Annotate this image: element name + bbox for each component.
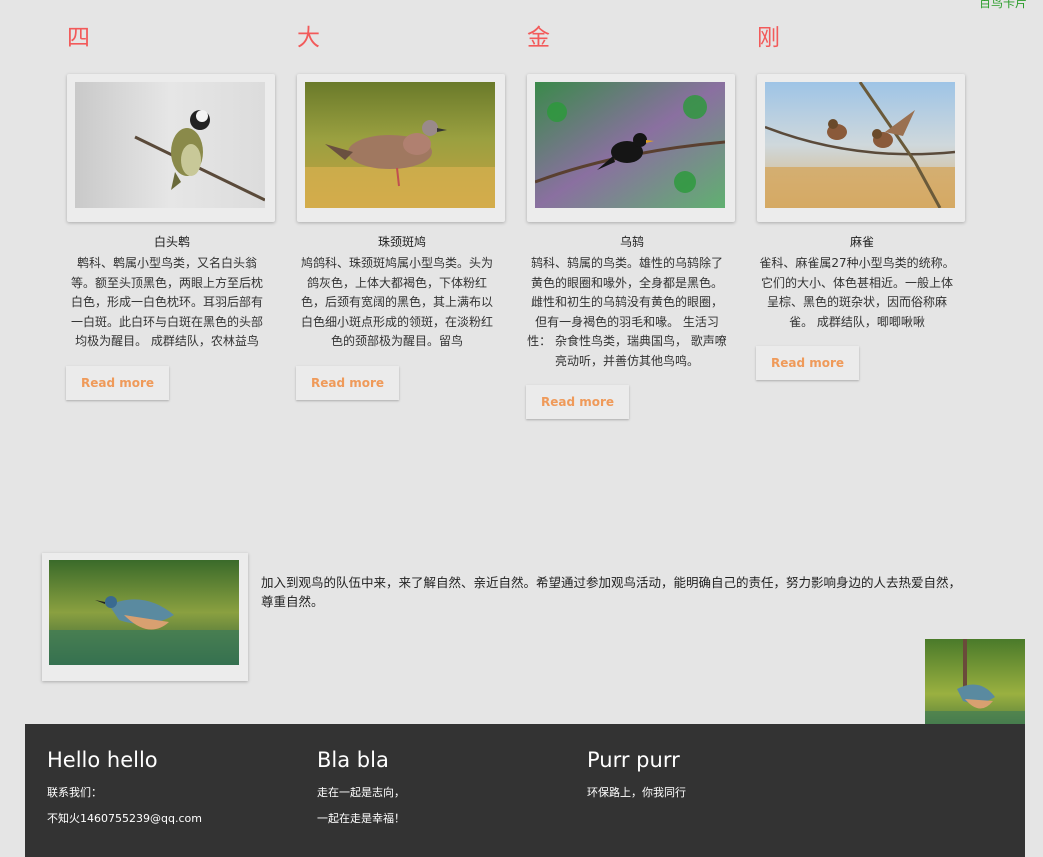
bird-photo-card <box>297 74 505 222</box>
bulbul-photo <box>75 82 265 208</box>
bird-name: 珠颈斑鸠 <box>377 235 426 249</box>
bird-card-4: 刚 麻雀 雀科、麻雀属27种小型鸟类的统称。它们的大小、体色甚相近。一般上体呈棕… <box>756 24 967 380</box>
site-footer: Hello hello 联系我们： 不知火1460755239@qq.com B… <box>25 724 1025 857</box>
bird-photo-card <box>527 74 735 222</box>
column-title: 大 <box>297 25 320 51</box>
bird-description: 雀科、麻雀属27种小型鸟类的统称。它们的大小、体色甚相近。一般上体呈棕、黑色的斑… <box>759 256 955 329</box>
bird-name: 麻雀 <box>849 235 874 249</box>
footer-line: 环保路上，你我同行 <box>587 786 686 799</box>
bird-description: 鸫科、鸫属的鸟类。雄性的乌鸫除了黄色的眼圈和喙外，全身都是黑色。雌性和初生的乌鸫… <box>527 256 727 368</box>
bird-card-2: 大 珠颈斑鸠 鸠鸽科、珠颈斑鸠属小型鸟类。头为鸽灰色，上体大都褐色，下体粉红色，… <box>296 24 507 400</box>
read-more-button[interactable]: Read more <box>526 385 630 419</box>
bird-photo-card <box>67 74 275 222</box>
footer-column-3: Purr purr 环保路上，你我同行 <box>587 746 686 806</box>
read-more-button[interactable]: Read more <box>296 365 400 400</box>
bird-description: 鹎科、鹎属小型鸟类，又名白头翁等。额至头顶黑色，两眼上方至后枕白色，形成一白色枕… <box>70 256 263 348</box>
footer-line: 走在一起是志向， <box>317 786 405 799</box>
footer-title: Hello hello <box>47 748 158 772</box>
footer-column-2: Bla bla 走在一起是志向， 一起在走是幸福！ <box>317 746 405 832</box>
footer-title: Bla bla <box>317 748 389 772</box>
kingfisher-photo <box>49 560 239 665</box>
bird-name: 白头鹎 <box>153 235 190 249</box>
footer-title: Purr purr <box>587 748 680 772</box>
dove-photo <box>305 82 495 208</box>
footer-column-1: Hello hello 联系我们： 不知火1460755239@qq.com <box>47 746 202 832</box>
blackbird-photo <box>535 82 725 208</box>
column-title: 金 <box>527 25 550 51</box>
footer-contact-label: 联系我们： <box>47 786 102 799</box>
bird-card-1: 四 白头鹎 鹎科、鹎属小型鸟类，又名白头翁等。额至头顶黑色，两眼上方至后枕白色，… <box>66 24 277 400</box>
column-title: 刚 <box>757 25 780 51</box>
read-more-button[interactable]: Read more <box>66 365 170 400</box>
join-text: 加入到观鸟的队伍中来，来了解自然、亲近自然。希望通过参加观鸟活动，能明确自己的责… <box>261 575 962 609</box>
sparrow-photo <box>765 82 955 208</box>
join-photo-card <box>42 553 248 681</box>
bird-name: 乌鸫 <box>619 235 644 249</box>
top-link[interactable]: 百鸟卡片 <box>979 0 1027 11</box>
footer-email[interactable]: 不知火1460755239@qq.com <box>47 806 202 832</box>
bird-photo-card <box>757 74 965 222</box>
bird-description: 鸠鸽科、珠颈斑鸠属小型鸟类。头为鸽灰色，上体大都褐色，下体粉红色，后颈有宽阔的黑… <box>300 256 493 348</box>
footer-line: 一起在走是幸福！ <box>317 812 405 825</box>
read-more-button[interactable]: Read more <box>756 346 860 380</box>
bird-card-3: 金 乌鸫 鸫科、鸫属的鸟类。雄性的乌鸫除了黄色的眼圈和喙外，全身都是黑色。雌性和… <box>526 24 737 419</box>
column-title: 四 <box>67 25 90 51</box>
